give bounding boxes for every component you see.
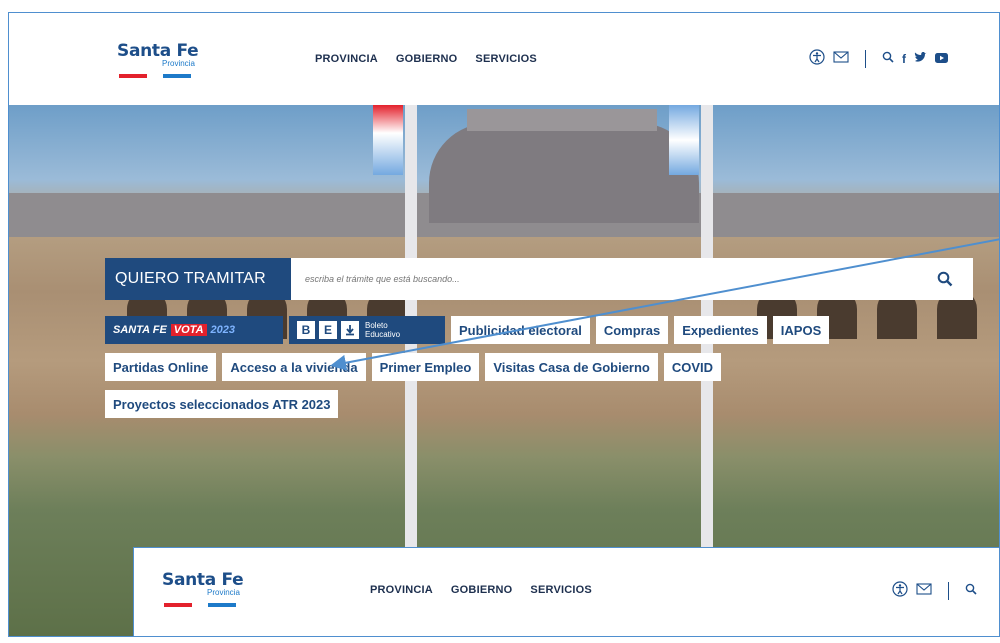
logo-title: Santa Fe [162,570,244,590]
be-letter-b: B [297,321,315,339]
quick-links-row-1: SANTA FE VOTA 2023 B E Boleto Educativo … [105,316,830,344]
search-label: QUIERO TRAMITAR [105,258,291,300]
main-nav: PROVINCIA GOBIERNO SERVICIOS [370,584,592,596]
search-button[interactable] [917,258,973,300]
header-divider [948,581,949,600]
search-icon [937,271,953,287]
santa-fe-logo[interactable]: Santa Fe Provincia [162,570,244,607]
download-arrow-icon [341,321,359,339]
be-line2: Educativo [365,330,401,339]
building-dome-top [467,109,657,131]
vota-word: VOTA [170,324,207,336]
chip-publicidad-electoral[interactable]: Publicidad electoral [451,316,590,344]
site-header: Santa Fe Provincia PROVINCIA GOBIERNO SE… [9,13,999,105]
chip-iapos[interactable]: IAPOS [772,316,830,344]
logo-blue-stripe [163,74,191,78]
building-dome [429,123,699,223]
vota-year: 2023 [210,324,236,336]
boleto-educativo-link[interactable]: B E Boleto Educativo [289,316,445,344]
main-nav: PROVINCIA GOBIERNO SERVICIOS [315,53,537,65]
quick-links-row-3: Proyectos seleccionados ATR 2023 [105,390,339,418]
flag [373,105,403,175]
nav-servicios[interactable]: SERVICIOS [475,53,537,65]
search-icon[interactable] [882,51,894,66]
header-utilities: f [809,49,948,68]
nav-gobierno[interactable]: GOBIERNO [396,53,458,65]
vota-prefix: SANTA FE [113,324,167,336]
search-icon[interactable] [965,583,977,598]
tramite-search: QUIERO TRAMITAR [105,258,973,300]
tramite-search-input[interactable] [291,258,917,300]
logo-title: Santa Fe [117,41,199,61]
chip-partidas-online[interactable]: Partidas Online [105,353,217,381]
logo-red-stripe [164,603,192,607]
logo-stripes [164,603,236,607]
logo-subtitle: Provincia [207,588,240,597]
chip-proyectos-atr[interactable]: Proyectos seleccionados ATR 2023 [105,390,339,418]
chip-covid[interactable]: COVID [663,353,722,381]
quick-links-row-2: Partidas Online Acceso a la vivienda Pri… [105,353,722,381]
header-utilities [892,581,977,600]
be-letter-e: E [319,321,337,339]
logo-red-stripe [119,74,147,78]
chip-visitas-casa-gobierno[interactable]: Visitas Casa de Gobierno [485,353,658,381]
logo-subtitle: Provincia [162,59,195,68]
chip-expedientes[interactable]: Expedientes [674,316,767,344]
logo-blue-stripe [208,603,236,607]
mail-icon[interactable] [833,51,849,66]
browser-frame: Santa Fe Provincia PROVINCIA GOBIERNO SE… [8,12,1000,637]
chip-primer-empleo[interactable]: Primer Empleo [371,353,480,381]
boleto-educativo-label: Boleto Educativo [365,321,400,339]
sticky-header-preview: Santa Fe Provincia PROVINCIA GOBIERNO SE… [133,547,999,636]
facebook-icon[interactable]: f [902,52,906,66]
santa-fe-logo[interactable]: Santa Fe Provincia [117,41,199,78]
nav-servicios[interactable]: SERVICIOS [530,584,592,596]
accessibility-icon[interactable] [892,581,908,600]
flag [669,105,699,175]
nav-gobierno[interactable]: GOBIERNO [451,584,513,596]
chip-compras[interactable]: Compras [595,316,669,344]
youtube-icon[interactable] [935,52,948,66]
accessibility-icon[interactable] [809,49,825,68]
mail-icon[interactable] [916,583,932,598]
twitter-icon[interactable] [914,51,927,66]
nav-provincia[interactable]: PROVINCIA [315,53,378,65]
be-line1: Boleto [365,321,388,330]
nav-provincia[interactable]: PROVINCIA [370,584,433,596]
chip-acceso-vivienda[interactable]: Acceso a la vivienda [222,353,366,381]
header-divider [865,49,866,68]
logo-stripes [119,74,191,78]
santa-fe-vota-2023-link[interactable]: SANTA FE VOTA 2023 [105,316,283,344]
